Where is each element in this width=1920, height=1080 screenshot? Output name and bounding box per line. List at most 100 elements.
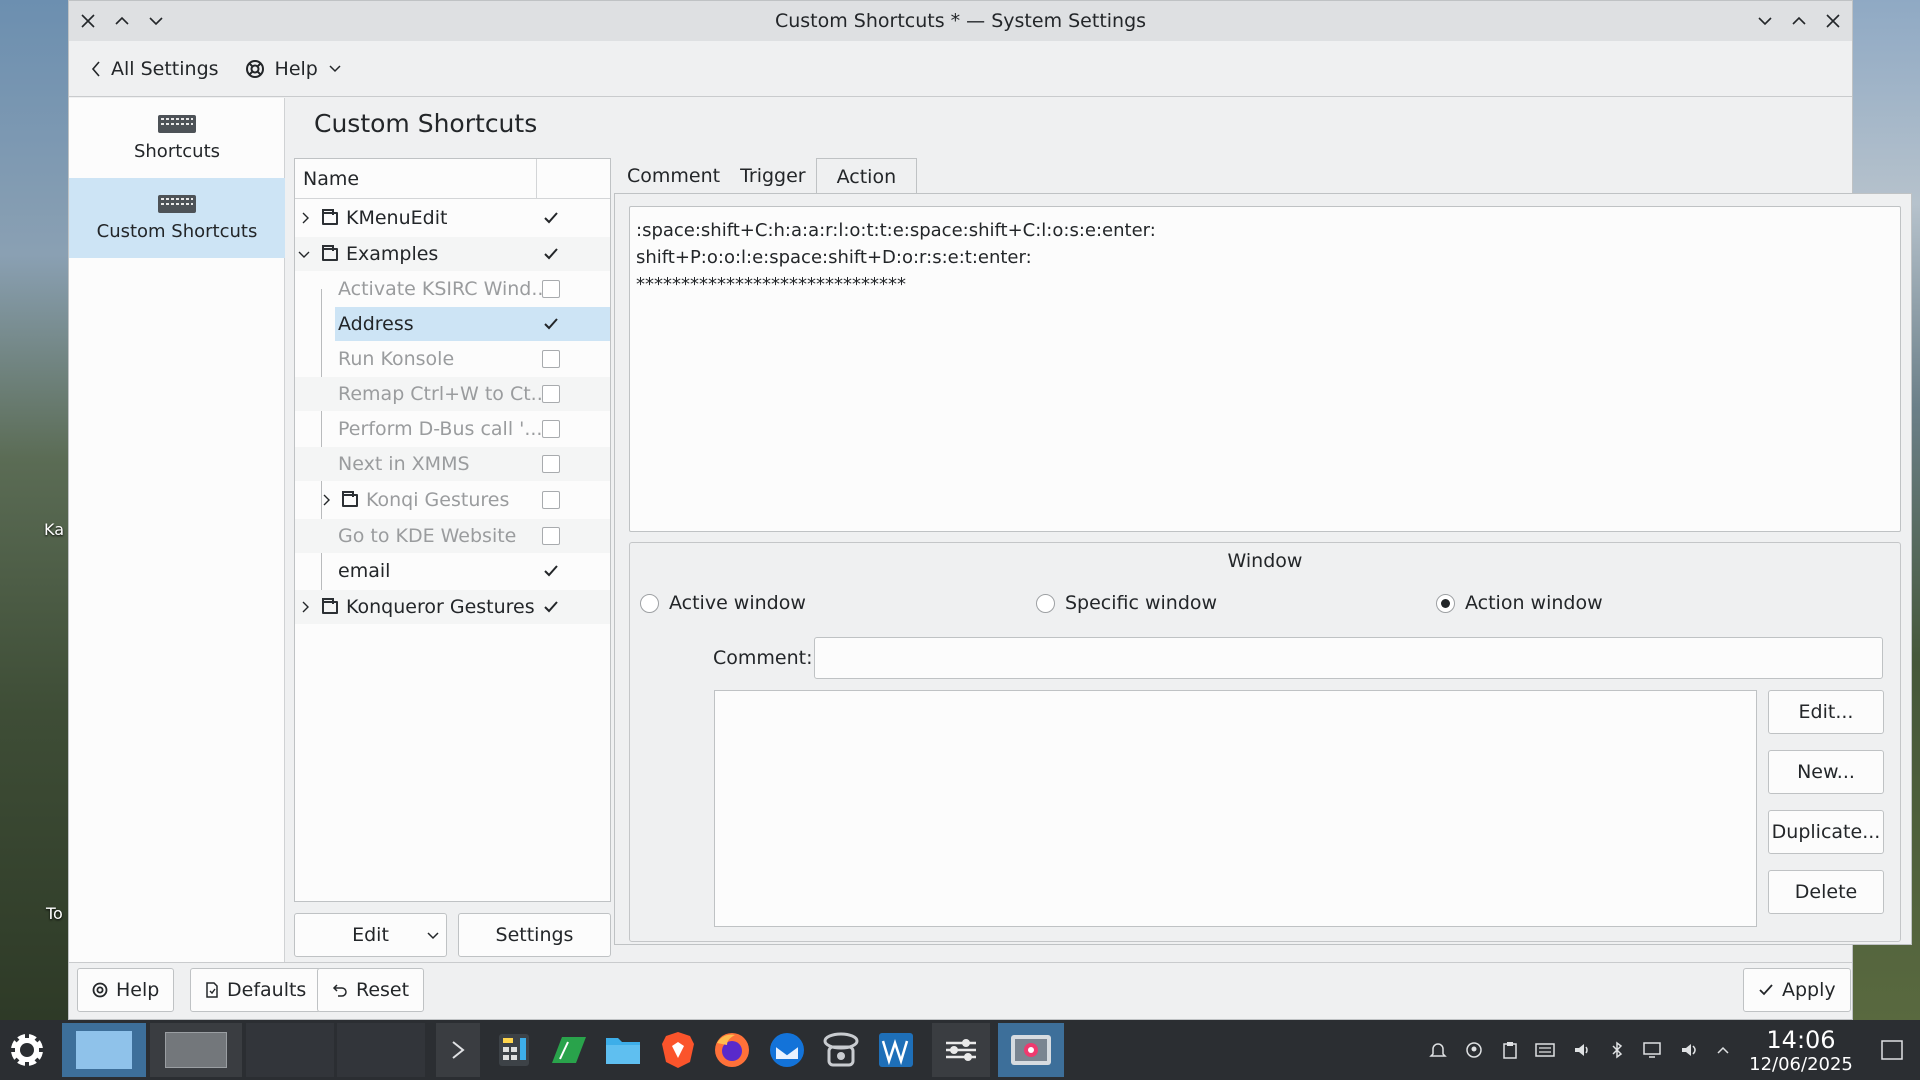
edit-menu-button[interactable]: Edit	[294, 913, 447, 957]
action-text-area[interactable]: :space:shift+C:h:a:a:r:l:o:t:t:e:space:s…	[629, 206, 1901, 532]
radio-button-selected[interactable]	[1436, 593, 1455, 613]
tree-row-label: Go to KDE Website	[338, 525, 517, 547]
delete-button[interactable]: Delete	[1768, 870, 1884, 914]
chevron-up-icon[interactable]	[1713, 1040, 1733, 1060]
file-manager-icon[interactable]	[601, 1023, 645, 1077]
tree-row-email[interactable]: email	[295, 554, 610, 588]
application-launcher-icon[interactable]	[6, 1023, 48, 1077]
show-desktop-icon[interactable]	[1880, 1038, 1904, 1062]
checkbox-checked[interactable]	[542, 245, 560, 263]
tree-header[interactable]: Name	[295, 159, 610, 199]
name-column-header[interactable]: Name	[303, 168, 359, 190]
tab-trigger[interactable]: Trigger	[730, 158, 816, 194]
tree-row-label: KMenuEdit	[346, 207, 448, 229]
radio-action-window[interactable]: Action window	[1436, 592, 1603, 614]
chevron-down-icon[interactable]	[298, 248, 310, 260]
sidebar-item-custom-shortcuts[interactable]: Custom Shortcuts	[69, 178, 285, 258]
checkbox-unchecked[interactable]	[542, 350, 560, 368]
virtual-desktop-1[interactable]	[62, 1023, 146, 1077]
close-icon[interactable]	[79, 12, 97, 30]
tree-row-kmenuedit[interactable]: KMenuEdit	[295, 201, 610, 235]
tree-row-next-in-xmms[interactable]: Next in XMMS	[295, 447, 610, 481]
checkbox-checked[interactable]	[542, 315, 560, 333]
checkbox-unchecked[interactable]	[542, 280, 560, 298]
defaults-button[interactable]: Defaults	[190, 968, 322, 1012]
checkbox-unchecked[interactable]	[542, 385, 560, 403]
vpn-icon[interactable]	[1464, 1040, 1484, 1060]
tree-row-konqi-gestures[interactable]: Konqi Gestures	[295, 483, 610, 517]
radio-specific-window[interactable]: Specific window	[1036, 592, 1217, 614]
virtual-desktop-2[interactable]	[150, 1023, 242, 1077]
minimize-icon[interactable]	[1756, 12, 1774, 30]
chevron-right-icon[interactable]	[299, 601, 311, 613]
radio-button[interactable]	[640, 593, 659, 613]
comment-input[interactable]	[814, 637, 1883, 679]
edit-button[interactable]: Edit...	[1768, 690, 1884, 734]
settings-button[interactable]: Settings	[458, 913, 611, 957]
clipboard-icon[interactable]	[1500, 1040, 1520, 1060]
all-settings-button[interactable]: All Settings	[91, 58, 219, 80]
tree-row-konqueror-gestures[interactable]: Konqueror Gestures	[295, 590, 610, 624]
desktop-icon-label[interactable]: To	[46, 904, 63, 923]
firefox-icon[interactable]	[710, 1023, 754, 1077]
keep-below-icon[interactable]	[147, 12, 165, 30]
keyboard-layout-icon[interactable]	[1535, 1040, 1555, 1060]
screenshot-app-task-icon[interactable]	[998, 1023, 1064, 1077]
bluetooth-icon[interactable]	[1607, 1040, 1627, 1060]
phone-app-icon[interactable]	[819, 1023, 863, 1077]
tree-row-address[interactable]: Address	[335, 307, 610, 341]
virtual-desktop-3[interactable]	[246, 1023, 334, 1077]
checkbox-checked[interactable]	[542, 562, 560, 580]
tree-row-perform-dbus-call[interactable]: Perform D-Bus call '...	[295, 412, 610, 446]
spreadsheet-icon[interactable]	[546, 1023, 590, 1077]
terminal-icon[interactable]	[436, 1023, 480, 1077]
checkbox-checked[interactable]	[542, 598, 560, 616]
tab-action[interactable]: Action	[815, 158, 918, 194]
virtual-desktop-4[interactable]	[337, 1023, 425, 1077]
sidebar-item-label: Custom Shortcuts	[96, 220, 258, 242]
network-icon[interactable]	[1642, 1040, 1662, 1060]
checkbox-checked[interactable]	[542, 209, 560, 227]
desktop-preview	[165, 1032, 227, 1068]
radio-active-window[interactable]: Active window	[640, 592, 806, 614]
window-list[interactable]	[714, 690, 1757, 927]
maximize-icon[interactable]	[1790, 12, 1808, 30]
audio-volume-icon[interactable]	[1572, 1040, 1592, 1060]
new-button[interactable]: New...	[1768, 750, 1884, 794]
thunderbird-icon[interactable]	[765, 1023, 809, 1077]
desktop-icon-label[interactable]: Ka	[44, 520, 64, 539]
help-button[interactable]: Help	[77, 968, 175, 1012]
chevron-right-icon[interactable]	[320, 494, 332, 506]
digital-clock[interactable]: 14:06 12/06/2025	[1748, 1026, 1854, 1076]
keep-above-icon[interactable]	[113, 12, 131, 30]
tree-row-activate-ksirc[interactable]: Activate KSIRC Wind...	[295, 272, 610, 306]
tree-row-run-konsole[interactable]: Run Konsole	[295, 342, 610, 376]
checkbox-unchecked[interactable]	[542, 420, 560, 438]
brave-browser-icon[interactable]	[656, 1023, 700, 1077]
tree-row-go-to-kde-website[interactable]: Go to KDE Website	[295, 519, 610, 553]
radio-button[interactable]	[1036, 593, 1055, 613]
window-group-title: Window	[1227, 550, 1303, 572]
tab-comment[interactable]: Comment	[617, 158, 730, 194]
reset-button[interactable]: Reset	[317, 968, 425, 1012]
duplicate-button[interactable]: Duplicate...	[1768, 810, 1884, 854]
close-window-icon[interactable]	[1824, 12, 1842, 30]
apply-button[interactable]: Apply	[1743, 968, 1851, 1012]
checkbox-unchecked[interactable]	[542, 491, 560, 509]
notification-bell-icon[interactable]	[1428, 1040, 1448, 1060]
folder-icon	[342, 490, 358, 507]
title-bar[interactable]: Custom Shortcuts * — System Settings	[69, 1, 1852, 41]
checkbox-unchecked[interactable]	[542, 455, 560, 473]
tree-row-examples[interactable]: Examples	[295, 237, 610, 271]
calculator-icon[interactable]	[492, 1023, 536, 1077]
chevron-right-icon[interactable]	[299, 212, 311, 224]
help-menu-button[interactable]: Help	[245, 58, 342, 80]
system-settings-task-icon[interactable]	[932, 1023, 990, 1077]
tree-row-label: Next in XMMS	[338, 453, 470, 475]
waveform-app-icon[interactable]	[874, 1023, 918, 1077]
checkbox-unchecked[interactable]	[542, 527, 560, 545]
tree-row-remap-ctrl-w[interactable]: Remap Ctrl+W to Ct...	[295, 377, 610, 411]
speaker-icon[interactable]	[1679, 1040, 1699, 1060]
sidebar-item-shortcuts[interactable]: Shortcuts	[69, 98, 285, 178]
chevron-down-icon	[329, 64, 341, 72]
